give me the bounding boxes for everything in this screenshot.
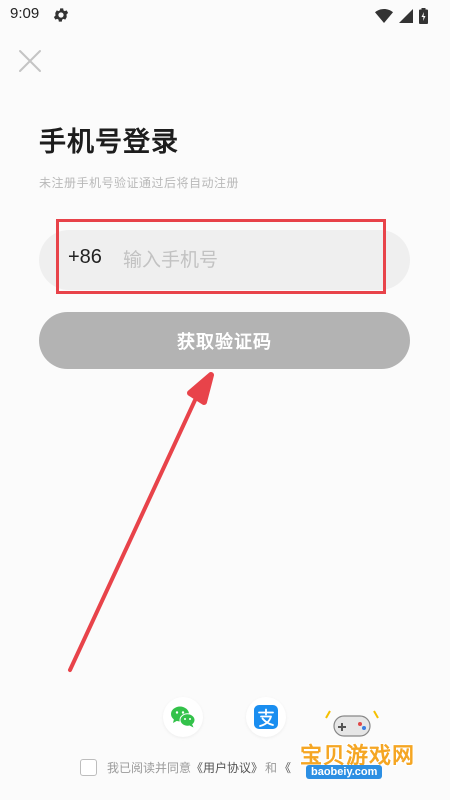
gamepad-icon xyxy=(325,710,379,737)
privacy-policy-link[interactable]: 《 xyxy=(279,759,291,776)
battery-icon xyxy=(419,8,428,24)
agreement-and: 和 xyxy=(265,760,278,775)
country-code[interactable]: +86 xyxy=(68,246,102,269)
agreement-checkbox[interactable] xyxy=(80,758,97,776)
user-agreement-link[interactable]: 《用户协议》 xyxy=(191,759,263,776)
phone-input[interactable] xyxy=(123,240,373,280)
agreement-row: 我已阅读并同意 《用户协议》 和 《 xyxy=(80,757,291,777)
agreement-prefix: 我已阅读并同意 xyxy=(107,760,192,775)
status-icons xyxy=(375,7,428,25)
wechat-icon xyxy=(171,706,196,728)
page-subtitle: 未注册手机号验证通过后将自动注册 xyxy=(39,176,240,190)
gear-icon xyxy=(53,8,69,22)
watermark-text: 宝贝游戏网 xyxy=(300,744,416,769)
phone-field: +86 xyxy=(39,230,410,290)
status-bar: 9:09 xyxy=(0,0,450,32)
signal-icon xyxy=(399,9,413,23)
wifi-icon xyxy=(375,9,393,23)
watermark-url: baobeiy.com xyxy=(306,765,383,779)
wechat-login-button[interactable] xyxy=(163,697,203,737)
get-code-button[interactable]: 获取验证码 xyxy=(39,312,410,369)
alipay-login-button[interactable] xyxy=(246,697,286,737)
close-icon xyxy=(19,50,41,72)
watermark: 宝贝游戏网 baobeiy.com xyxy=(296,700,450,800)
alipay-icon xyxy=(254,705,278,729)
close-button[interactable] xyxy=(16,47,44,75)
page-title: 手机号登录 xyxy=(39,127,179,158)
status-time: 9:09 xyxy=(10,5,40,22)
